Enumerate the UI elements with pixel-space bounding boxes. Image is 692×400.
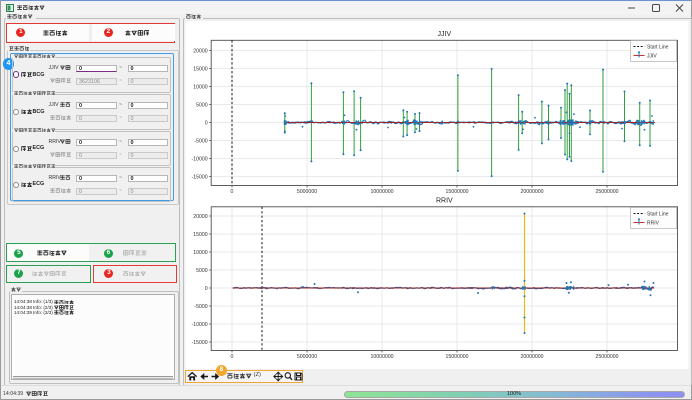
svg-text:0: 0 [205,120,208,126]
svg-text:RRIV: RRIV [647,221,660,227]
svg-text:15000000: 15000000 [445,354,468,360]
svg-text:-10000: -10000 [192,156,208,162]
svg-text:5000: 5000 [196,102,208,108]
svg-text:20000000: 20000000 [520,189,543,195]
svg-text:-5000: -5000 [194,304,207,310]
svg-text:10000000: 10000000 [370,354,393,360]
svg-text:15000: 15000 [193,232,208,238]
svg-text:15000: 15000 [193,66,208,72]
svg-text:Start Line: Start Line [647,45,669,51]
svg-text:-15000: -15000 [192,340,208,346]
svg-text:0: 0 [231,189,234,195]
svg-text:5000000: 5000000 [297,189,317,195]
svg-text:Start Line: Start Line [647,212,669,218]
svg-text:JJIV: JJIV [438,31,452,38]
svg-text:20000: 20000 [193,48,208,54]
svg-text:20000: 20000 [193,214,208,220]
svg-text:10000: 10000 [193,250,208,256]
svg-text:10000: 10000 [193,84,208,90]
svg-text:5000: 5000 [196,268,208,274]
svg-text:-10000: -10000 [192,322,208,328]
svg-text:5000000: 5000000 [297,354,317,360]
svg-text:15000000: 15000000 [445,189,468,195]
svg-text:25000000: 25000000 [595,189,618,195]
svg-text:RRIV: RRIV [436,197,453,204]
svg-text:0: 0 [231,354,234,360]
svg-text:25000000: 25000000 [595,354,618,360]
svg-text:-5000: -5000 [194,138,207,144]
svg-text:20000000: 20000000 [520,354,543,360]
svg-text:JJIV: JJIV [647,54,657,60]
svg-text:10000000: 10000000 [370,189,393,195]
svg-text:0: 0 [205,286,208,292]
svg-text:-15000: -15000 [192,174,208,180]
